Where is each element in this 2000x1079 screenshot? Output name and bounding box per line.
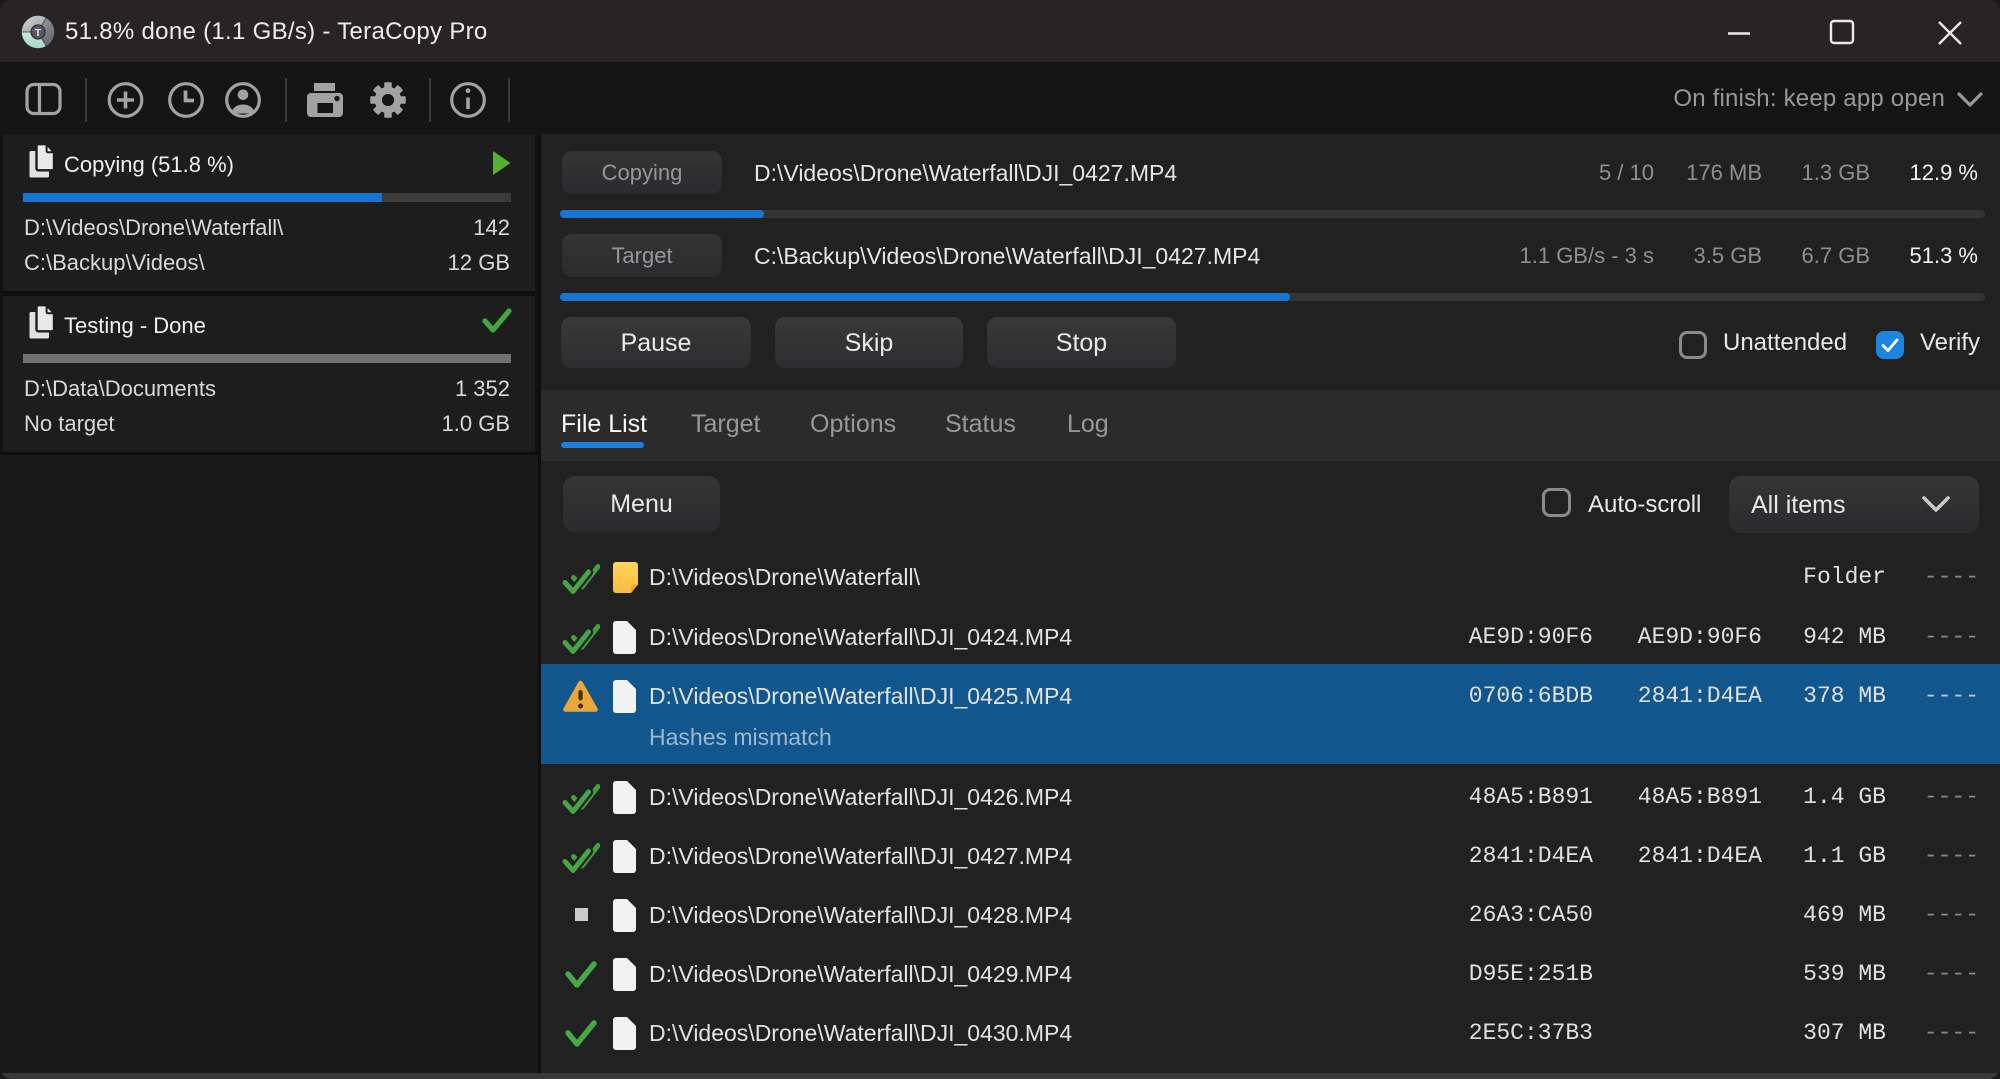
svg-text:T: T [35, 27, 42, 39]
